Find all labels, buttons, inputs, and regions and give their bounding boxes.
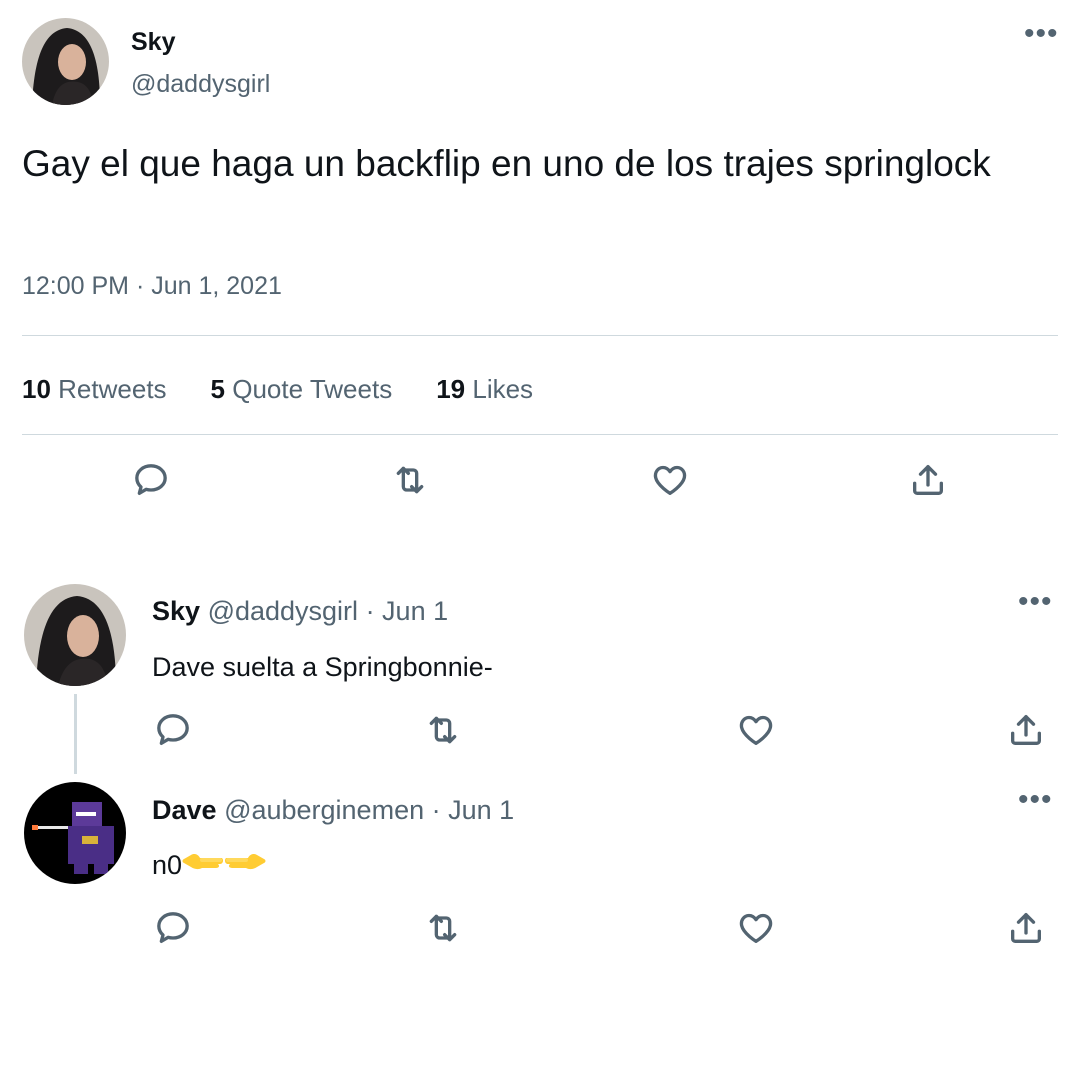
- likes-label: Likes: [472, 374, 534, 404]
- reply-text: Dave suelta a Springbonnie-: [152, 652, 493, 682]
- tweet-stats: 10 Retweets 5 Quote Tweets 19 Likes: [22, 374, 533, 405]
- retweet-icon[interactable]: [423, 710, 463, 750]
- backhand-index-pointing-left-emoji: [182, 850, 224, 883]
- reply-header: Sky @daddysgirl · Jun 1: [152, 596, 448, 627]
- quotes-count: 5: [210, 374, 226, 404]
- reply-date[interactable]: · Jun 1: [432, 795, 515, 825]
- reply-author-name[interactable]: Sky: [152, 596, 200, 626]
- reply-icon[interactable]: [153, 908, 193, 948]
- reply-date[interactable]: · Jun 1: [366, 596, 449, 626]
- tweet-text: Gay el que haga un backflip en uno de lo…: [22, 143, 991, 184]
- reply-author-name[interactable]: Dave: [152, 795, 217, 825]
- retweet-icon[interactable]: [423, 908, 463, 948]
- reply-author-handle[interactable]: @auberginemen: [224, 795, 424, 825]
- retweets-count: 10: [22, 374, 51, 404]
- more-dots-icon[interactable]: •••: [1024, 19, 1059, 49]
- quotes-label: Quote Tweets: [232, 374, 393, 404]
- avatar[interactable]: [24, 782, 126, 884]
- divider: [22, 335, 1058, 336]
- tweet-timestamp[interactable]: 12:00 PM · Jun 1, 2021: [22, 272, 282, 301]
- share-icon[interactable]: [908, 460, 948, 500]
- reply-text: n0: [152, 850, 266, 883]
- like-icon[interactable]: [650, 460, 690, 500]
- likes-stat[interactable]: 19 Likes: [436, 374, 533, 405]
- reply-icon[interactable]: [131, 460, 171, 500]
- more-dots-icon[interactable]: •••: [1018, 587, 1053, 617]
- author-name[interactable]: Sky: [131, 28, 175, 57]
- reply-text-content: n0: [152, 850, 183, 880]
- more-dots-icon[interactable]: •••: [1018, 785, 1053, 815]
- like-icon[interactable]: [736, 710, 776, 750]
- avatar[interactable]: [24, 584, 126, 686]
- likes-count: 19: [436, 374, 466, 404]
- thread-connector: [74, 694, 77, 774]
- quotes-stat[interactable]: 5 Quote Tweets: [211, 374, 393, 405]
- share-icon[interactable]: [1006, 908, 1046, 948]
- like-icon[interactable]: [736, 908, 776, 948]
- reply-icon[interactable]: [153, 710, 193, 750]
- retweets-stat[interactable]: 10 Retweets: [22, 374, 167, 405]
- reply-header: Dave @auberginemen · Jun 1: [152, 795, 514, 826]
- retweet-icon[interactable]: [390, 460, 430, 500]
- author-handle[interactable]: @daddysgirl: [131, 70, 270, 99]
- retweets-label: Retweets: [58, 374, 167, 404]
- avatar[interactable]: [22, 18, 109, 105]
- reply-author-handle[interactable]: @daddysgirl: [208, 596, 358, 626]
- backhand-index-pointing-right-emoji: [224, 850, 266, 883]
- divider: [22, 434, 1058, 435]
- share-icon[interactable]: [1006, 710, 1046, 750]
